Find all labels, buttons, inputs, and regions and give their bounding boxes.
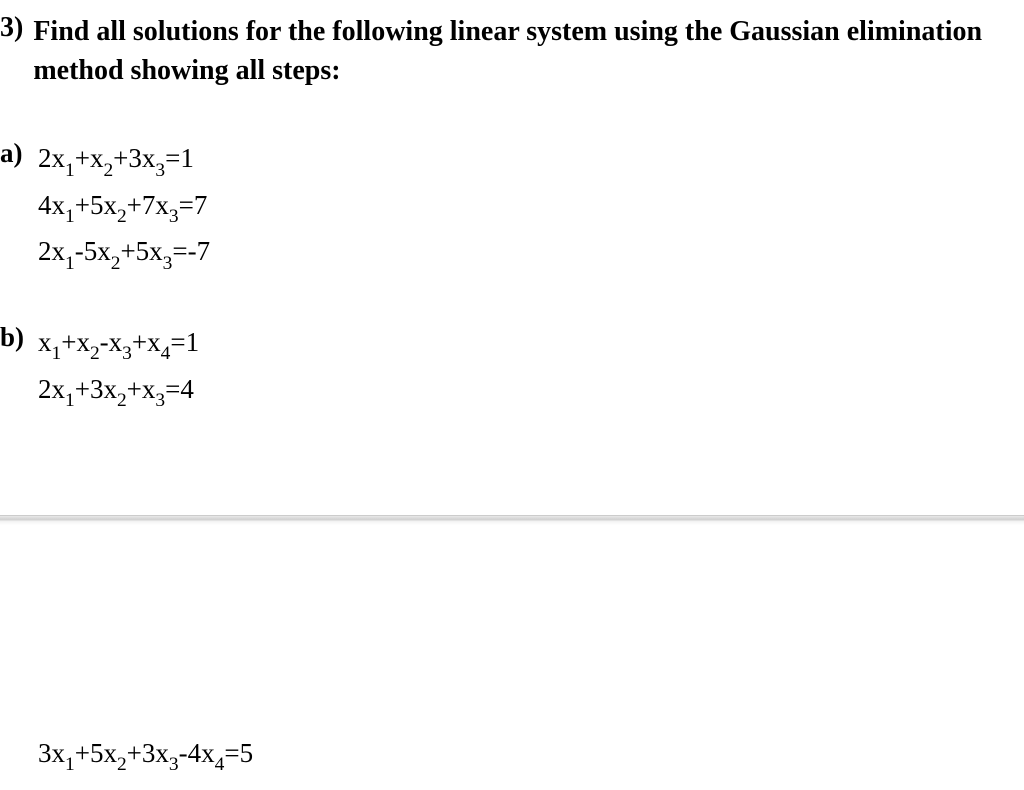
question-number: 3) <box>0 12 33 44</box>
equation-a-3: 2x1-5x2+5x3=-7 <box>38 231 210 276</box>
question-text: Find all solutions for the following lin… <box>33 12 1016 90</box>
bottom-equation: 3x1+5x2+3x3-4x4=5 <box>38 738 253 774</box>
section-divider <box>0 515 1024 525</box>
part-b-equations: x1+x2-x3+x4=1 2x1+3x2+x3=4 <box>38 322 199 415</box>
part-b-label: b) <box>0 322 38 353</box>
part-b: b) x1+x2-x3+x4=1 2x1+3x2+x3=4 <box>0 322 1024 415</box>
part-a-equations: 2x1+x2+3x3=1 4x1+5x2+7x3=7 2x1-5x2+5x3=-… <box>38 138 210 278</box>
part-a: a) 2x1+x2+3x3=1 4x1+5x2+7x3=7 2x1-5x2+5x… <box>0 138 1024 278</box>
question-header: 3) Find all solutions for the following … <box>0 12 1024 90</box>
equation-a-2: 4x1+5x2+7x3=7 <box>38 185 210 230</box>
part-a-label: a) <box>0 138 38 169</box>
equation-b-1: x1+x2-x3+x4=1 <box>38 322 199 367</box>
equation-b-2: 2x1+3x2+x3=4 <box>38 369 199 414</box>
equation-a-1: 2x1+x2+3x3=1 <box>38 138 210 183</box>
